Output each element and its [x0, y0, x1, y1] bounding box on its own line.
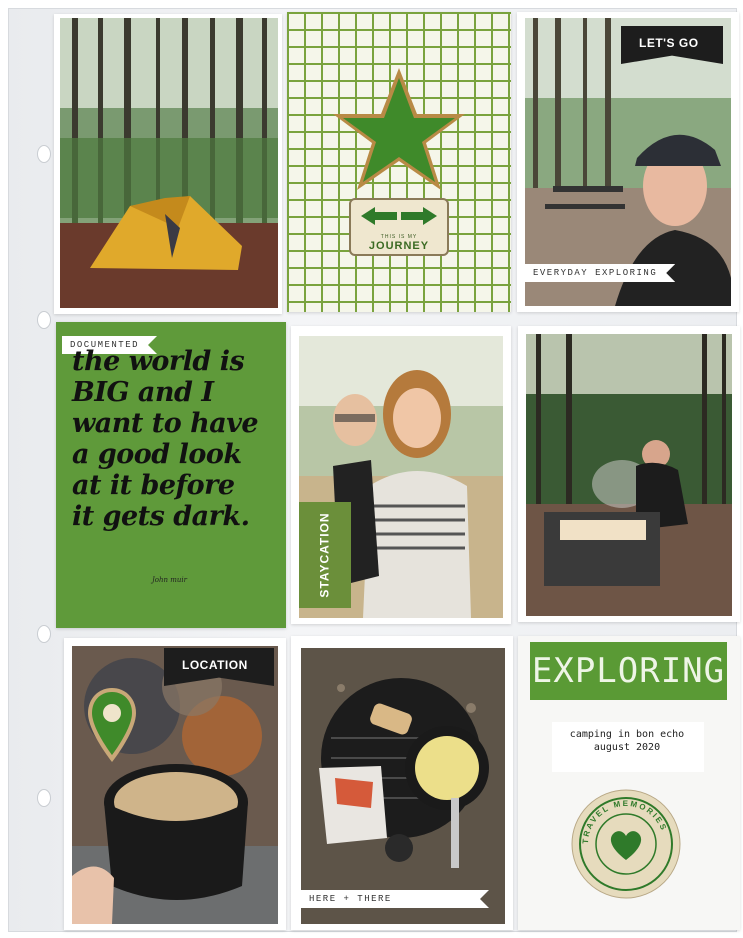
double-arrow-icon: [361, 207, 437, 225]
quote-card: DOCUMENTED the world is BIG and I want t…: [56, 322, 286, 628]
binder-hole: [37, 311, 51, 329]
binder-hole: [37, 145, 51, 163]
note-line-2: august 2020: [593, 742, 661, 753]
kids-photo-card: STAYCATION: [291, 326, 511, 624]
binder-hole: [37, 789, 51, 807]
selfie-card: LET'S GO EVERYDAY EXPLORING: [517, 12, 739, 312]
travel-memories-badge: TRAVEL MEMORIES: [571, 789, 681, 899]
campfire-photo-card: [518, 326, 740, 622]
exploring-card: EXPLORING camping in bon echo august 202…: [518, 636, 740, 930]
note-line-1: camping in bon echo: [569, 729, 685, 740]
journey-tag: THIS IS MY JOURNEY: [349, 198, 449, 256]
quote-author: John muir: [152, 576, 187, 584]
star-journey-card: THIS IS MY JOURNEY: [287, 12, 511, 312]
tent-photo: [60, 18, 278, 308]
journey-big-text: JOURNEY: [368, 240, 430, 252]
binder-hole: [37, 625, 51, 643]
tent-photo-card: [54, 14, 282, 314]
green-star-icon: [333, 68, 465, 190]
exploring-title: EXPLORING: [530, 642, 727, 700]
campfire-photo: [526, 334, 732, 616]
map-pin-icon: [88, 688, 136, 762]
food-photo-card: HERE + THERE: [291, 636, 513, 930]
here-there-label: HERE + THERE: [301, 890, 489, 908]
staycation-label: STAYCATION: [299, 502, 351, 608]
everyday-exploring-label: EVERYDAY EXPLORING: [525, 264, 675, 282]
coffee-location-card: LOCATION: [64, 638, 286, 930]
quote-text: the world is BIG and I want to have a go…: [72, 346, 259, 533]
exploring-note: camping in bon echo august 2020: [552, 728, 702, 754]
food-photo: [301, 648, 505, 924]
